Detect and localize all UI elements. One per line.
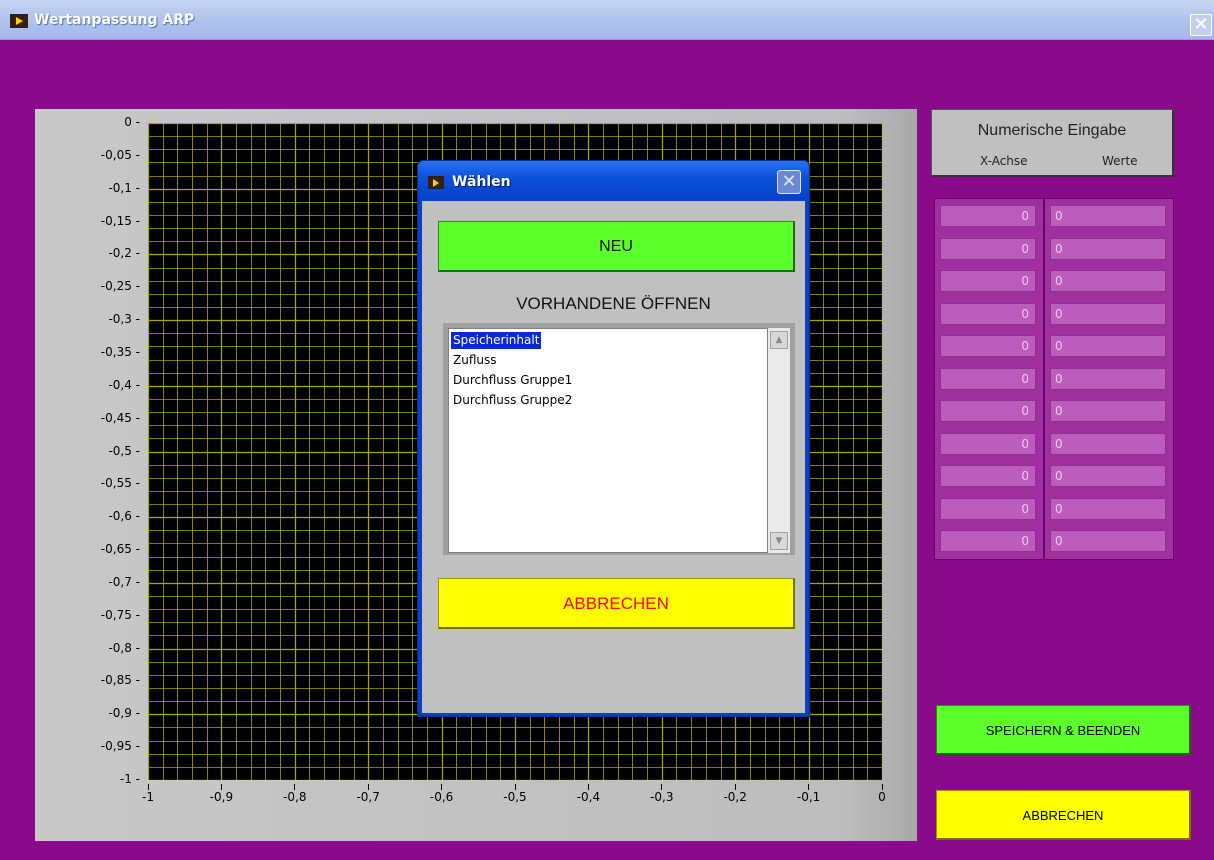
dialog-body: NEU VORHANDENE ÖFFNEN Speicherinhalt Zufl…	[422, 201, 805, 713]
x-axis-value-field[interactable]: 0	[940, 302, 1036, 325]
x-tick-label: -0,6	[412, 784, 472, 804]
y-tick-label: -0,7 -	[108, 574, 140, 589]
y-tick-label: -0,05 -	[100, 147, 140, 162]
x-axis-value-field[interactable]: 0	[940, 205, 1036, 227]
list-item[interactable]: Zufluss	[451, 352, 499, 369]
window-close-button[interactable]: ✕	[1190, 14, 1212, 36]
y-tick-label: 0 -	[124, 115, 140, 129]
y-tick-label: -0,95 -	[100, 739, 140, 754]
x-tick-label: -1	[118, 784, 178, 804]
values-column-label: Werte	[1102, 154, 1138, 168]
y-tick-label: -0,5 -	[108, 443, 140, 458]
dialog-close-button[interactable]: ✕	[777, 170, 801, 194]
list-item[interactable]: Speicherinhalt	[449, 331, 543, 350]
y-tick-label: -0,3 -	[108, 312, 140, 327]
y-tick-label: -0,75 -	[100, 607, 140, 622]
x-axis-value-field[interactable]: 0	[940, 400, 1036, 422]
listbox-frame: Speicherinhalt Zufluss Durchfluss Gruppe1 D…	[443, 323, 795, 555]
y-tick-label: -0,1 -	[108, 180, 140, 195]
x-axis-column-label: X-Achse	[980, 154, 1028, 168]
x-axis-value-field[interactable]: 0	[940, 270, 1036, 292]
y-tick-label: -0,15 -	[100, 213, 140, 228]
numeric-input-title: Numerische Eingabe	[977, 122, 1127, 139]
numeric-input-header: Numerische Eingabe X-Achse Werte	[931, 109, 1174, 177]
value-field[interactable]: 0	[1050, 400, 1166, 422]
x-axis-value-field[interactable]: 0	[940, 335, 1036, 357]
window-titlebar: Wertanpassung ARP ✕	[0, 0, 1214, 40]
x-tick-label: -0,2	[705, 784, 765, 804]
y-tick-label: -0,45 -	[100, 410, 140, 425]
x-tick-label: -0,7	[338, 784, 398, 804]
x-axis-value-field[interactable]: 0	[940, 530, 1036, 552]
x-tick-label: -0,1	[779, 784, 839, 804]
dialog-titlebar: Wählen ✕	[418, 161, 809, 201]
window-title: Wertanpassung ARP	[34, 12, 195, 28]
y-tick-label: -0,55 -	[100, 476, 140, 491]
list-item[interactable]: Durchfluss Gruppe2	[451, 392, 574, 409]
y-tick-label: -0,25 -	[100, 279, 140, 294]
listbox-scrollbar[interactable]: ▲ ▼	[768, 328, 790, 553]
x-axis-value-field[interactable]: 0	[940, 465, 1036, 487]
value-field[interactable]: 0	[1050, 367, 1166, 390]
dialog-cancel-button[interactable]: ABBRECHEN	[438, 578, 795, 629]
value-field[interactable]: 0	[1050, 432, 1166, 455]
open-existing-label: VORHANDENE ÖFFNEN	[516, 294, 711, 313]
y-tick-label: -0,2 -	[108, 246, 140, 261]
y-tick-label: -0,4 -	[108, 377, 140, 392]
scroll-down-icon[interactable]: ▼	[770, 532, 788, 550]
x-axis-value-field[interactable]: 0	[940, 432, 1036, 455]
x-tick-label: -0,5	[485, 784, 545, 804]
dialog-title: Wählen	[452, 174, 511, 190]
x-axis-value-field[interactable]: 0	[940, 367, 1036, 390]
values-column: 0 0 0 0 0 0 0 0 0 0 0	[1044, 198, 1174, 560]
y-tick-label: -0,9 -	[108, 706, 140, 721]
y-tick-label: -0,8 -	[108, 640, 140, 655]
value-field[interactable]: 0	[1050, 335, 1166, 357]
x-tick-label: -0,8	[265, 784, 325, 804]
cancel-button[interactable]: ABBRECHEN	[936, 790, 1191, 840]
x-axis-value-column: 0 0 0 0 0 0 0 0 0 0 0	[934, 198, 1044, 560]
x-tick-label: -0,3	[632, 784, 692, 804]
file-listbox[interactable]: Speicherinhalt Zufluss Durchfluss Gruppe1 D…	[448, 328, 768, 553]
value-field[interactable]: 0	[1050, 497, 1166, 520]
x-axis-value-field[interactable]: 0	[940, 237, 1036, 260]
y-tick-label: -0,85 -	[100, 673, 140, 688]
x-tick-label: -0,4	[558, 784, 618, 804]
y-tick-label: -0,65 -	[100, 542, 140, 557]
app-icon	[10, 14, 28, 28]
scroll-up-icon[interactable]: ▲	[770, 331, 788, 349]
value-field[interactable]: 0	[1050, 530, 1166, 552]
value-field[interactable]: 0	[1050, 465, 1166, 487]
value-field[interactable]: 0	[1050, 237, 1166, 260]
value-field[interactable]: 0	[1050, 205, 1166, 227]
x-axis-value-field[interactable]: 0	[940, 497, 1036, 520]
save-and-exit-button[interactable]: SPEICHERN & BEENDEN	[936, 705, 1191, 755]
value-field[interactable]: 0	[1050, 270, 1166, 292]
dialog-app-icon	[428, 176, 444, 189]
list-item[interactable]: Durchfluss Gruppe1	[451, 372, 574, 389]
x-tick-label: 0	[852, 784, 912, 804]
x-tick-label: -0,9	[191, 784, 251, 804]
select-dialog: Wählen ✕ NEU VORHANDENE ÖFFNEN Speicheri…	[417, 160, 810, 717]
y-tick-label: -0,6 -	[108, 509, 140, 524]
value-field[interactable]: 0	[1050, 302, 1166, 325]
new-button[interactable]: NEU	[438, 221, 795, 272]
y-tick-label: -0,35 -	[100, 344, 140, 359]
